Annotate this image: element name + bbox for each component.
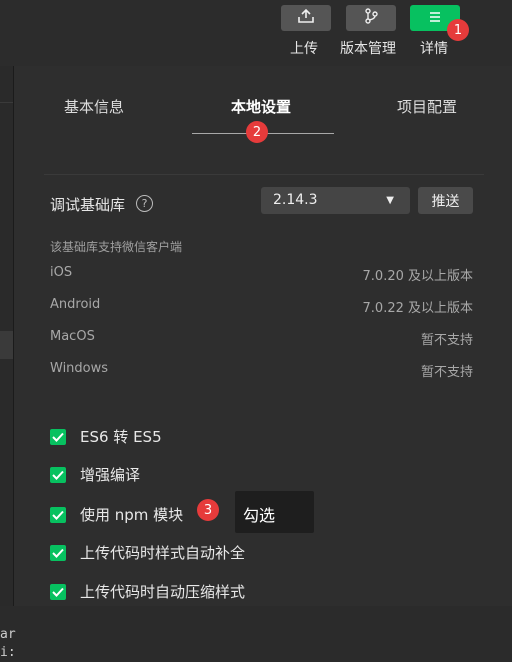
checkbox-checked-icon[interactable] [50,583,66,600]
option-use-npm-module[interactable]: 使用 npm 模块 [50,504,183,525]
divider [0,102,13,103]
sdk-version-value: 2.14.3 [273,192,318,208]
option-enhanced-compile[interactable]: 增强编译 [50,464,140,485]
version-control-button[interactable] [346,5,396,31]
caret-down-icon: ▼ [386,195,394,206]
tab-project-config[interactable]: 项目配置 [397,96,457,117]
option-autoprefix-on-upload[interactable]: 上传代码时样式自动补全 [50,542,245,563]
tab-local-settings[interactable]: 本地设置 [231,96,291,117]
checkbox-checked-icon[interactable] [50,506,66,523]
upload-button[interactable] [281,5,331,31]
selected-row-highlight [0,331,13,359]
platform-row: Windows 暂不支持 [50,361,473,380]
help-icon[interactable]: ? [136,195,153,212]
sdk-label: 调试基础库 [50,196,126,214]
sdk-version-select[interactable]: 2.14.3 ▼ [261,187,410,214]
platform-row: MacOS 暂不支持 [50,329,473,348]
option-minify-style-on-upload[interactable]: 上传代码时自动压缩样式 [50,581,245,602]
details-label: 详情 [420,41,448,57]
top-toolbar: 上传 版本管理 详情 1 [0,0,512,66]
annotation-tooltip: 勾选 [235,491,314,533]
checkbox-checked-icon[interactable] [50,428,66,445]
step-badge-2: 2 [246,121,268,143]
menu-icon [427,9,443,28]
tab-basic-info[interactable]: 基本信息 [64,96,124,117]
code-fragment: ar i: [0,627,16,660]
sdk-hint: 该基础库支持微信客户端 [50,240,183,254]
divider [44,174,484,175]
version-control-label: 版本管理 [340,41,396,57]
checkbox-checked-icon[interactable] [50,466,66,483]
tooltip-text: 勾选 [243,506,276,525]
push-button[interactable]: 推送 [418,187,473,214]
platform-row: Android 7.0.22 及以上版本 [50,297,473,316]
option-es6-to-es5[interactable]: ES6 转 ES5 [50,426,162,447]
upload-icon [297,8,315,28]
step-badge-1: 1 [447,19,469,41]
upload-label: 上传 [290,41,318,57]
checkbox-checked-icon[interactable] [50,544,66,561]
left-editor-strip: ar i: [0,66,16,660]
platform-row: iOS 7.0.20 及以上版本 [50,265,473,284]
branch-icon [362,7,380,29]
step-badge-3: 3 [197,499,219,521]
